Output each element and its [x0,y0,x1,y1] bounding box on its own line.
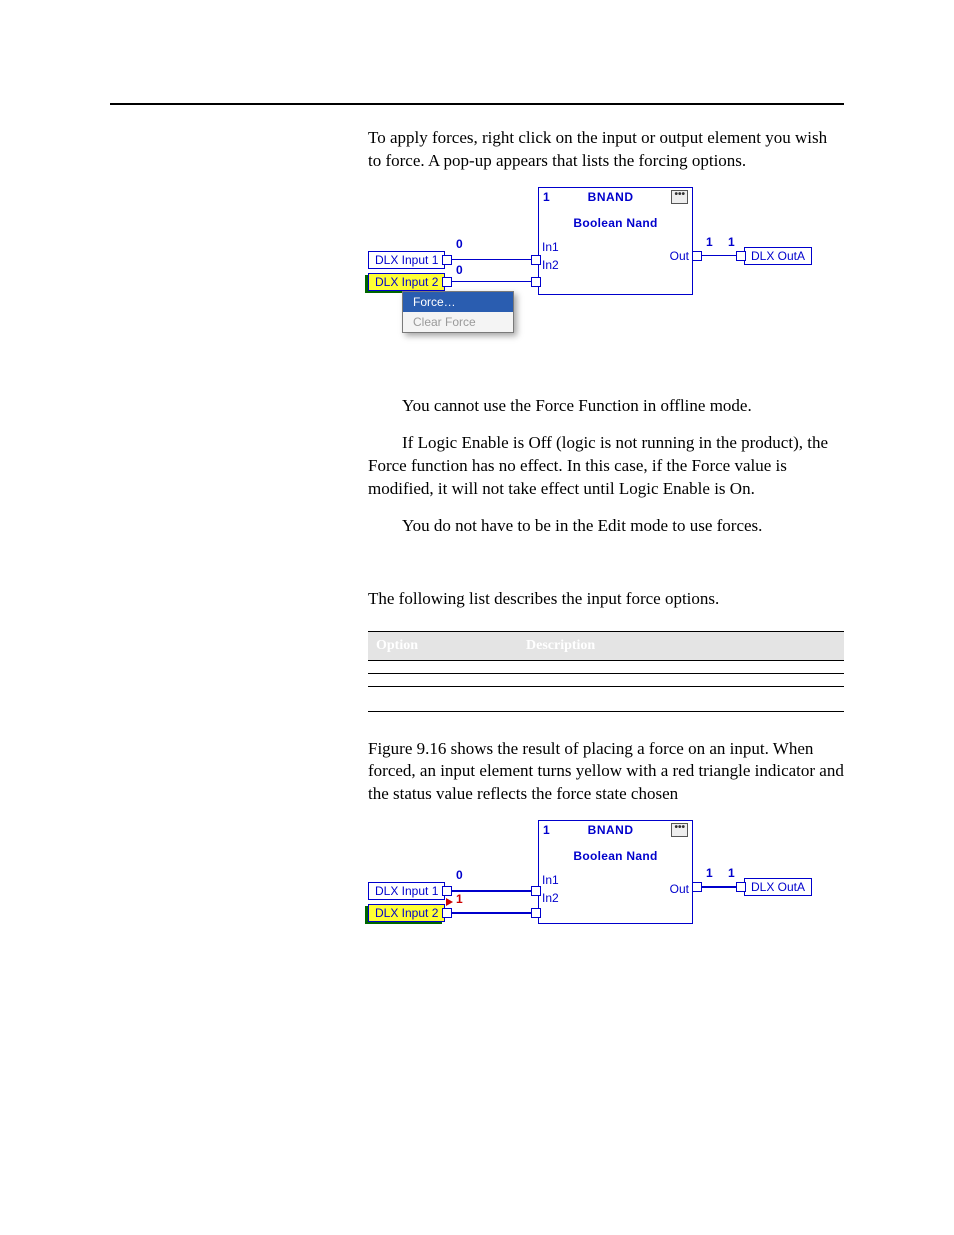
block-subtitle: Boolean Nand [539,216,692,230]
table-row [368,660,844,673]
block-index: 1 [543,190,550,204]
pin-node [692,251,702,261]
pin-in1-label: In1 [542,238,559,256]
pin-in2-label: In2 [542,889,559,907]
pin-out-label: Out [670,249,689,263]
figure-forced-input: 1 BNAND ••• Boolean Nand In1 In2 Out DLX… [368,820,844,960]
note-logic-enable: If Logic Enable is Off (logic is not run… [368,432,844,501]
signal-value-out2: 1 [728,235,735,249]
input-tag-1[interactable]: DLX Input 1 [368,251,445,269]
pin-node [442,886,452,896]
pin-in1-label: In1 [542,871,559,889]
menu-item-force[interactable]: Force… [403,292,513,312]
col-option: Option [368,631,518,660]
signal-value-in2: 0 [456,263,463,277]
pin-node [531,886,541,896]
page-header [110,80,844,97]
list-intro: The following list describes the input f… [368,588,844,611]
col-description: Description [518,631,844,660]
pin-node [736,882,746,892]
block-type: BNAND [550,190,672,204]
pin-node [531,277,541,287]
pin-in2-label: In2 [542,256,559,274]
wire [446,912,536,914]
bnand-block[interactable]: 1 BNAND ••• Boolean Nand In1 In2 Out [538,820,693,924]
note-offline: You cannot use the Force Function in off… [368,395,844,418]
figure-force-popup: 1 BNAND ••• Boolean Nand In1 In2 Out DLX… [368,187,844,367]
menu-item-clear-force[interactable]: Clear Force [403,312,513,332]
ellipsis-icon[interactable]: ••• [671,823,688,837]
pin-node [442,908,452,918]
signal-value-out2: 1 [728,866,735,880]
bnand-block[interactable]: 1 BNAND ••• Boolean Nand In1 In2 Out [538,187,693,295]
force-indicator-icon [446,898,453,906]
signal-value-in1: 0 [456,868,463,882]
pin-node [531,908,541,918]
wire [446,890,536,892]
note-edit-mode: You do not have to be in the Edit mode t… [368,515,844,538]
wire [446,259,536,261]
block-subtitle: Boolean Nand [539,849,692,863]
page: To apply forces, right click on the inpu… [0,0,954,1235]
wire [446,281,536,283]
signal-value-in1: 0 [456,237,463,251]
header-right [840,80,844,97]
force-options-table: Option Description [368,631,844,712]
signal-value-out: 1 [706,235,713,249]
table-row [368,686,844,711]
header-left [110,80,114,97]
signal-value-in2-forced: 1 [456,892,463,906]
pin-node [736,251,746,261]
pin-node [531,255,541,265]
figure-caption-paragraph: Figure 9.16 shows the result of placing … [368,738,844,807]
block-index: 1 [543,823,550,837]
output-tag-a[interactable]: DLX OutA [744,247,812,265]
signal-value-out: 1 [706,866,713,880]
input-tag-1[interactable]: DLX Input 1 [368,882,445,900]
output-tag-a[interactable]: DLX OutA [744,878,812,896]
input-tag-2-forced[interactable]: DLX Input 2 [368,904,445,922]
header-rule [110,103,844,105]
input-tag-2[interactable]: DLX Input 2 [368,273,445,291]
intro-paragraph: To apply forces, right click on the inpu… [368,127,844,173]
body-column: To apply forces, right click on the inpu… [368,127,844,960]
context-menu: Force… Clear Force [402,291,514,333]
pin-out-label: Out [670,882,689,896]
pin-node [692,882,702,892]
pin-node [442,255,452,265]
block-type: BNAND [550,823,672,837]
ellipsis-icon[interactable]: ••• [671,190,688,204]
table-row [368,673,844,686]
pin-node [442,277,452,287]
